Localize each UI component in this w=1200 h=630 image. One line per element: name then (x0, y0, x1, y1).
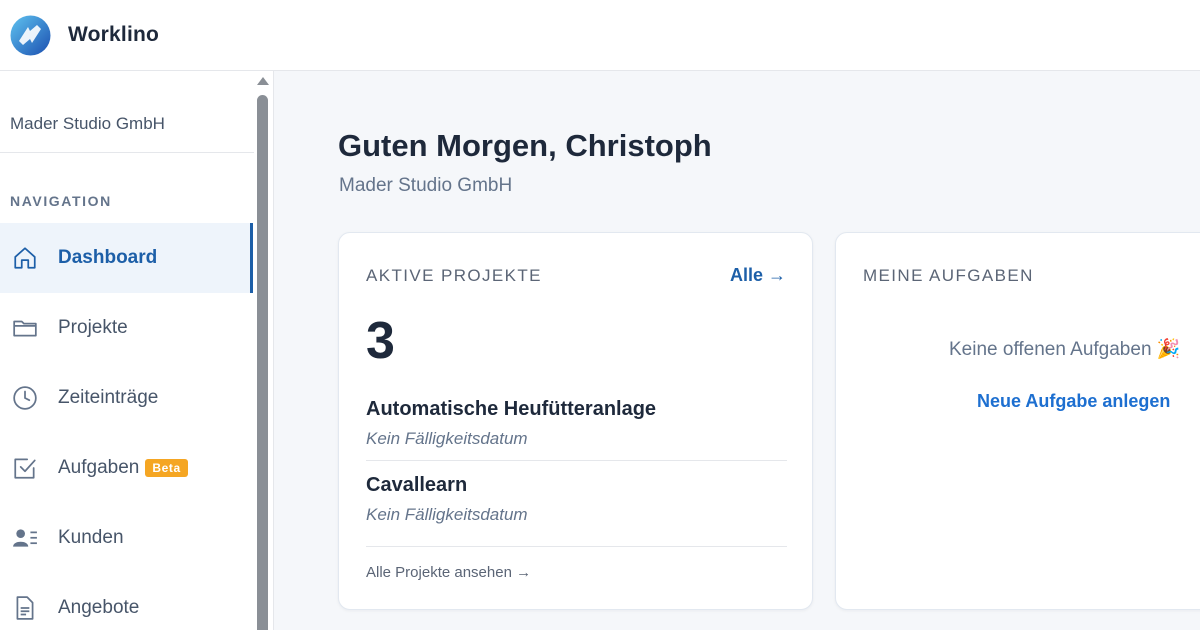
sidebar-item-angebote[interactable]: Angebote (0, 573, 253, 630)
page-subtitle: Mader Studio GmbH (339, 175, 513, 196)
scrollbar-thumb[interactable] (257, 95, 268, 630)
sidebar-scrollbar[interactable] (256, 71, 269, 630)
home-icon (11, 244, 39, 272)
divider (0, 152, 254, 153)
divider (366, 460, 787, 461)
list-item[interactable]: Cavallearn Kein Fälligkeitsdatum (366, 474, 787, 525)
app-name[interactable]: Worklino (68, 23, 159, 47)
card-title: AKTIVE PROJEKTE (366, 266, 542, 285)
project-due-date: Kein Fälligkeitsdatum (366, 429, 528, 448)
divider (366, 546, 787, 547)
new-task-link[interactable]: Neue Aufgabe anlegen (977, 391, 1170, 412)
active-projects-count: 3 (366, 312, 395, 370)
project-name[interactable]: Automatische Heufütteranlage (366, 398, 787, 421)
organization-name: Mader Studio GmbH (10, 114, 165, 133)
sidebar-item-label: Dashboard (58, 247, 158, 268)
worklino-logo-icon[interactable] (10, 15, 51, 56)
sidebar-item-projekte[interactable]: Projekte (0, 293, 253, 363)
project-name[interactable]: Cavallearn (366, 474, 787, 497)
active-projects-card: AKTIVE PROJEKTE Alle → 3 Automatische He… (338, 232, 813, 610)
empty-state-text: Keine offenen Aufgaben 🎉 (949, 339, 1181, 360)
beta-badge: Beta (145, 459, 188, 477)
sidebar-item-label: Projekte (58, 317, 128, 338)
document-icon (11, 594, 39, 622)
sidebar: Mader Studio GmbH NAVIGATION Dashboard P… (0, 71, 274, 630)
sidebar-item-label: Angebote (58, 597, 140, 618)
sidebar-item-label: Aufgaben (58, 457, 140, 478)
top-bar: Worklino (0, 0, 1200, 71)
page-title: Guten Morgen, Christoph (338, 128, 712, 163)
contacts-icon (11, 524, 39, 552)
my-tasks-card: MEINE AUFGABEN Keine offenen Aufgaben 🎉 … (835, 232, 1200, 610)
sidebar-item-kunden[interactable]: Kunden (0, 503, 253, 573)
list-item[interactable]: Automatische Heufütteranlage Kein Fällig… (366, 398, 787, 449)
view-all-projects-link[interactable]: Alle Projekte ansehen → (366, 564, 531, 581)
clock-icon (11, 384, 39, 412)
checkbox-icon (11, 454, 39, 482)
folder-icon (11, 314, 39, 342)
project-due-date: Kein Fälligkeitsdatum (366, 505, 528, 524)
card-title: MEINE AUFGABEN (863, 266, 1034, 285)
all-projects-link[interactable]: Alle → (730, 265, 786, 286)
sidebar-item-label: Kunden (58, 527, 124, 548)
sidebar-item-dashboard[interactable]: Dashboard (0, 223, 253, 293)
sidebar-item-zeiteintraege[interactable]: Zeiteinträge (0, 363, 253, 433)
sidebar-item-aufgaben[interactable]: Aufgaben Beta (0, 433, 253, 503)
sidebar-item-label: Zeiteinträge (58, 387, 159, 408)
scroll-up-icon[interactable] (257, 77, 269, 85)
nav-heading: NAVIGATION (10, 193, 112, 209)
